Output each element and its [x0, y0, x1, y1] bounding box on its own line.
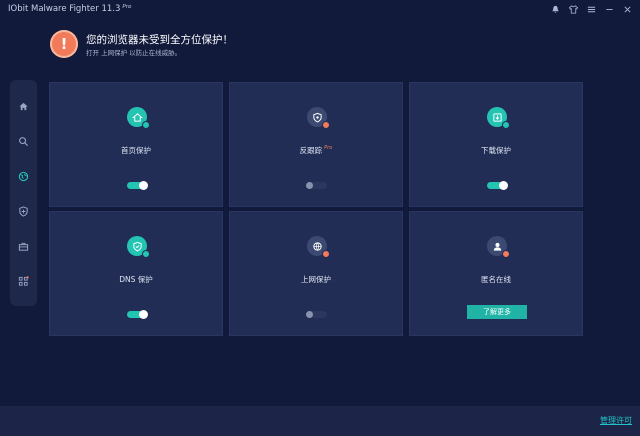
edition-badge: Pro: [122, 4, 132, 10]
toolbox-icon: [18, 242, 29, 251]
globe-icon: [18, 171, 29, 181]
dns-shield-icon: [127, 236, 150, 258]
tile-label: 上网保护: [301, 275, 331, 284]
tile-dns-protection[interactable]: DNS 保护: [49, 211, 223, 336]
tile-label: 反跟踪 Pro: [230, 145, 402, 156]
manage-license-link[interactable]: 管理许可: [600, 415, 632, 426]
download-shield-icon: [487, 107, 510, 129]
tile-label: 匿名在线: [481, 275, 511, 284]
status-badge: [322, 250, 330, 258]
tile-download-protection[interactable]: 下载保护: [409, 82, 583, 207]
tile-label: 首页保护: [121, 146, 151, 155]
tile-label: 下载保护: [481, 146, 511, 155]
sidebar-item-apps[interactable]: [10, 271, 37, 291]
tile-anti-tracking[interactable]: 反跟踪 Pro: [229, 82, 403, 207]
tile-surfing-protection[interactable]: 上网保护: [229, 211, 403, 336]
tile-label: DNS 保护: [119, 275, 153, 284]
sidebar-item-protection[interactable]: [10, 201, 37, 221]
sidebar-item-home[interactable]: [10, 96, 37, 116]
sidebar-item-tools[interactable]: [10, 236, 37, 256]
search-icon: [19, 136, 29, 146]
home-icon: [19, 102, 28, 110]
bell-icon[interactable]: [548, 2, 562, 16]
alert-title: 您的浏览器未受到全方位保护！: [86, 34, 233, 46]
protection-alert: ! 您的浏览器未受到全方位保护！ 打开 上网保护 以防止在线威胁。: [50, 30, 450, 60]
apps-grid-icon: [18, 275, 29, 286]
surfing-protection-toggle[interactable]: [306, 311, 327, 318]
minimize-icon[interactable]: [602, 2, 616, 16]
shield-icon: [307, 107, 330, 129]
status-badge: [502, 250, 510, 258]
status-badge: [502, 121, 510, 129]
shield-plus-icon: [19, 205, 28, 217]
close-icon[interactable]: [620, 2, 634, 16]
dns-protection-toggle[interactable]: [127, 310, 148, 319]
tile-homepage-protection[interactable]: 首页保护: [49, 82, 223, 207]
sidebar-item-browser-protection[interactable]: [10, 166, 37, 186]
alert-subtitle: 打开 上网保护 以防止在线威胁。: [86, 49, 182, 57]
app-name: IObit Malware Fighter 11.3: [8, 4, 121, 14]
app-title: IObit Malware Fighter 11.3 Pro: [8, 4, 131, 14]
shirt-icon[interactable]: [566, 2, 580, 16]
tile-label-text: 反跟踪: [299, 146, 323, 155]
menu-icon[interactable]: [584, 2, 598, 16]
status-badge: [142, 121, 150, 129]
tile-anonymous-online[interactable]: 匿名在线 了解更多: [409, 211, 583, 336]
footer-bar: 管理许可: [0, 406, 640, 436]
home-shield-icon: [127, 107, 150, 129]
status-badge: [142, 250, 150, 258]
warning-icon: !: [50, 30, 78, 58]
anti-tracking-toggle[interactable]: [306, 182, 327, 189]
sidebar-item-scan[interactable]: [10, 131, 37, 151]
user-shield-icon: [487, 236, 510, 258]
title-bar: IObit Malware Fighter 11.3 Pro: [0, 0, 640, 20]
sidebar: [10, 80, 37, 306]
learn-more-button[interactable]: 了解更多: [467, 305, 527, 319]
homepage-protection-toggle[interactable]: [127, 181, 148, 190]
status-badge: [322, 121, 330, 129]
download-protection-toggle[interactable]: [487, 181, 508, 190]
pro-badge: Pro: [324, 145, 333, 151]
globe-shield-icon: [307, 236, 330, 258]
window-controls: [548, 2, 634, 16]
